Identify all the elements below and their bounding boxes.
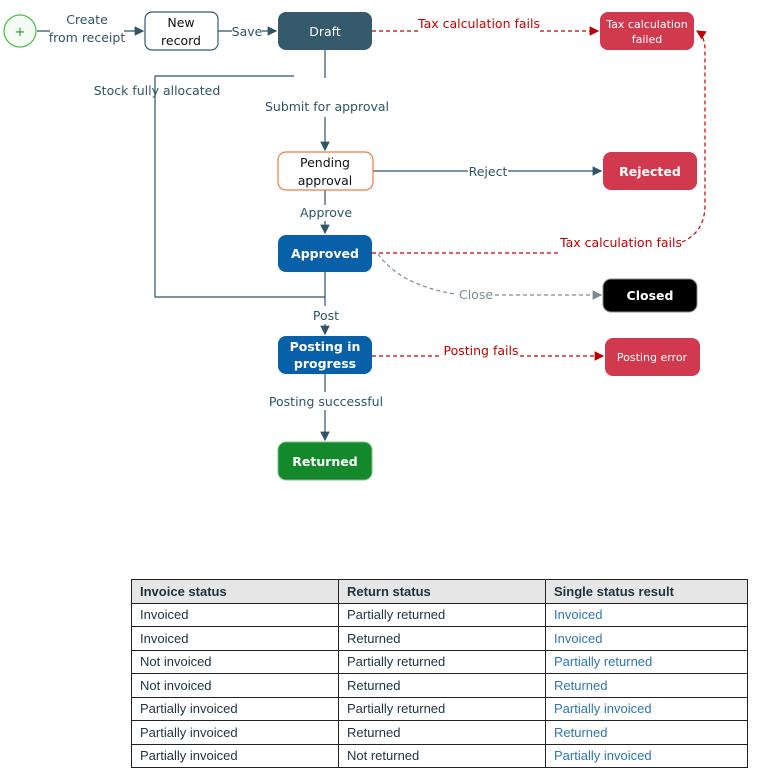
node-returned: Returned	[277, 441, 373, 481]
cell-invoice-status: Invoiced	[131, 602, 339, 627]
cell-single-status-result: Invoiced	[545, 602, 748, 627]
label-approve: Approve	[300, 205, 352, 220]
cell-invoice-status: Not invoiced	[131, 673, 339, 698]
label-tax-fails-1: Tax calculation fails	[417, 16, 540, 31]
node-tax-failed-line1: Tax calculation	[605, 18, 687, 31]
table-header-row: Invoice status Return status Single stat…	[131, 579, 748, 604]
cell-single-status-result: Returned	[545, 673, 748, 698]
plus-icon: +	[15, 25, 26, 40]
node-posting-in-progress: Posting in progress	[278, 336, 372, 374]
node-rejected: Rejected	[603, 152, 697, 190]
label-close: Close	[459, 287, 493, 302]
node-approved: Approved	[278, 235, 372, 272]
table-row: Invoiced Partially returned Invoiced	[131, 602, 748, 627]
node-draft: Draft	[278, 12, 372, 50]
node-new-record: New record	[144, 11, 219, 51]
label-posting-fails: Posting fails	[444, 343, 519, 358]
label-post: Post	[313, 308, 339, 323]
node-tax-calculation-failed: Tax calculation failed	[600, 12, 694, 50]
node-posting-error: Posting error	[605, 338, 700, 376]
table-row: Not invoiced Returned Returned	[131, 673, 748, 698]
cell-return-status: Partially returned	[338, 696, 546, 721]
table-row: Partially invoiced Not returned Partially …	[131, 743, 748, 768]
node-posting-line1: Posting in	[290, 339, 361, 354]
cell-single-status-result: Returned	[545, 720, 748, 745]
cell-single-status-result: Partially returned	[545, 649, 748, 674]
table-row: Partially invoiced Returned Returned	[131, 720, 748, 745]
cell-return-status: Returned	[338, 720, 546, 745]
node-pending-line1: Pending	[300, 155, 350, 170]
cell-return-status: Partially returned	[338, 649, 546, 674]
node-rejected-label: Rejected	[619, 164, 681, 179]
cell-return-status: Returned	[338, 626, 546, 651]
cell-invoice-status: Partially invoiced	[131, 743, 339, 768]
node-closed: Closed	[602, 278, 698, 313]
node-returned-label: Returned	[292, 454, 357, 469]
cell-invoice-status: Partially invoiced	[131, 720, 339, 745]
node-closed-label: Closed	[627, 288, 674, 303]
table-body: Invoiced Partially returned Invoiced Invoic…	[131, 602, 748, 768]
cell-return-status: Returned	[338, 673, 546, 698]
cell-invoice-status: Partially invoiced	[131, 696, 339, 721]
start-node: +	[3, 14, 37, 48]
node-posting-line2: progress	[294, 356, 356, 371]
cell-single-status-result: Partially invoiced	[545, 696, 748, 721]
label-submit: Submit for approval	[265, 99, 389, 114]
node-pending-line2: approval	[298, 173, 353, 188]
node-tax-failed-line2: failed	[632, 33, 662, 46]
label-stock: Stock fully allocated	[94, 83, 221, 98]
cell-invoice-status: Invoiced	[131, 626, 339, 651]
node-draft-label: Draft	[309, 24, 341, 39]
label-tax-fails-2: Tax calculation fails	[559, 235, 682, 250]
node-posting-error-label: Posting error	[617, 351, 688, 364]
cell-single-status-result: Invoiced	[545, 626, 748, 651]
table-row: Invoiced Returned Invoiced	[131, 626, 748, 651]
status-flow-diagram: Create from receipt Save Tax calculation…	[3, 11, 783, 481]
node-approved-label: Approved	[291, 246, 359, 261]
node-pending-approval: Pending approval	[277, 151, 374, 191]
status-table: Invoice status Return status Single stat…	[131, 579, 748, 768]
header-invoice-status: Invoice status	[131, 579, 339, 604]
label-create-2: from receipt	[49, 30, 126, 45]
cell-invoice-status: Not invoiced	[131, 649, 339, 674]
edge-tax-fails-2	[372, 31, 705, 254]
table-row: Not invoiced Partially returned Partially …	[131, 649, 748, 674]
label-save: Save	[232, 24, 263, 39]
node-new-record-line1: New	[167, 15, 194, 30]
table-row: Partially invoiced Partially returned Part…	[131, 696, 748, 721]
header-return-status: Return status	[338, 579, 546, 604]
node-new-record-line2: record	[161, 33, 201, 48]
cell-return-status: Not returned	[338, 743, 546, 768]
cell-single-status-result: Partially invoiced	[545, 743, 748, 768]
label-create-1: Create	[66, 12, 108, 27]
label-reject: Reject	[469, 164, 508, 179]
header-single-status-result: Single status result	[545, 579, 748, 604]
label-posting-successful: Posting successful	[269, 394, 383, 409]
cell-return-status: Partially returned	[338, 602, 546, 627]
